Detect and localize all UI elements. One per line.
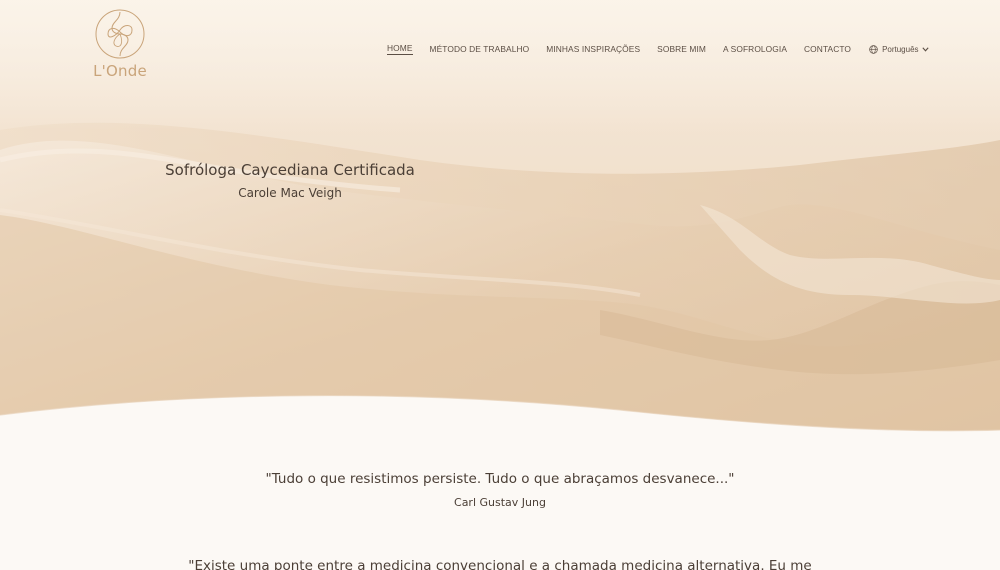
brand-name: L'Onde [93,62,147,80]
wave-divider [0,394,1000,445]
language-selector[interactable]: Português [869,45,932,54]
language-label: Português [882,44,919,54]
nav-item-minhas-inspiracoes[interactable]: MINHAS INSPIRAÇÕES [546,44,640,55]
nav-item-metodo-de-trabalho[interactable]: MÉTODO DE TRABALHO [430,44,530,55]
featured-quote: "Tudo o que resistimos persiste. Tudo o … [265,471,735,487]
lotus-knot-logo-icon [95,9,145,59]
silk-background-image [0,0,1000,440]
page: L'Onde HOME MÉTODO DE TRABALHO MINHAS IN… [0,0,1000,570]
quote-author: Carl Gustav Jung [454,496,546,509]
intro-paragraph: "Existe uma ponte entre a medicina conve… [188,558,812,570]
chevron-down-icon [921,46,929,52]
main-navigation: HOME MÉTODO DE TRABALHO MINHAS INSPIRAÇÕ… [387,43,933,55]
hero-banner [0,0,1000,440]
brand-logo[interactable]: L'Onde [92,8,148,80]
nav-item-home[interactable]: HOME [387,43,413,55]
nav-item-contacto[interactable]: CONTACTO [804,44,851,55]
nav-item-sobre-mim[interactable]: SOBRE MIM [657,44,706,55]
globe-icon [869,44,878,54]
nav-item-a-sofrologia[interactable]: A SOFROLOGIA [723,44,787,55]
hero-subtitle: Carole Mac Veigh [238,186,342,200]
hero-title: Sofróloga Caycediana Certificada [165,161,415,179]
